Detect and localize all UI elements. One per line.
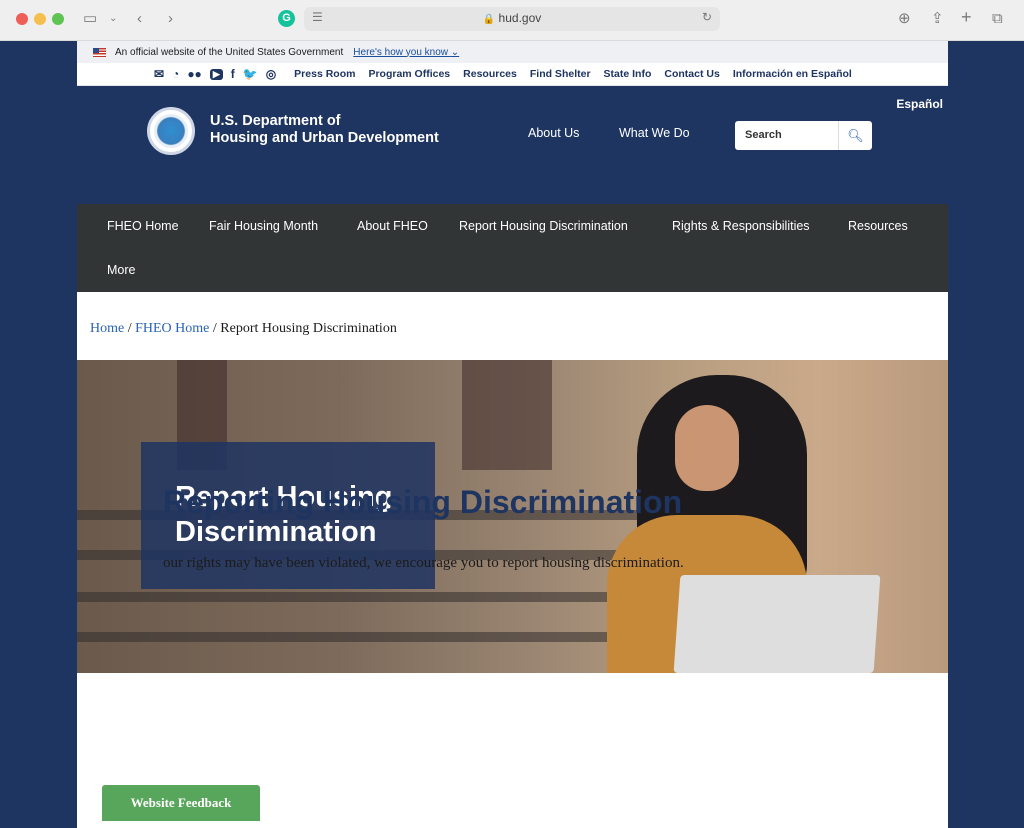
search-input[interactable]: Search xyxy=(745,129,782,141)
find-shelter-link[interactable]: Find Shelter xyxy=(530,68,591,80)
stair-step xyxy=(77,592,637,602)
sidebar-icon[interactable]: ▭ xyxy=(83,9,97,29)
nav-about-us[interactable]: About Us xyxy=(528,126,579,140)
gov-banner: An official website of the United States… xyxy=(77,41,948,63)
minimize-window-button[interactable] xyxy=(34,13,46,25)
utility-links: Press Room Program Offices Resources Fin… xyxy=(294,68,852,80)
search-icon: 🔍︎ xyxy=(847,128,864,143)
hud-seal-emblem xyxy=(154,114,188,148)
web-page: An official website of the United States… xyxy=(77,41,948,828)
site-header: U.S. Department of Housing and Urban Dev… xyxy=(77,86,948,204)
chevron-down-icon[interactable]: ⌄ xyxy=(109,9,117,29)
stair-step xyxy=(77,632,637,642)
breadcrumb-separator: / xyxy=(127,321,132,336)
brand-line-2: Housing and Urban Development xyxy=(210,130,439,146)
nav-what-we-do[interactable]: What We Do xyxy=(619,126,690,140)
forward-icon[interactable]: › xyxy=(168,9,173,29)
state-info-link[interactable]: State Info xyxy=(604,68,652,80)
fheo-subnav: FHEO Home Fair Housing Month About FHEO … xyxy=(77,204,948,292)
page-heading: Reporting Housing Discrimination xyxy=(163,484,683,520)
flickr-icon[interactable]: ●● xyxy=(187,67,202,81)
subnav-about-fheo[interactable]: About FHEO xyxy=(357,219,428,233)
email-icon[interactable]: ✉ xyxy=(154,67,164,81)
close-window-button[interactable] xyxy=(16,13,28,25)
grammarly-icon[interactable]: G xyxy=(278,10,295,27)
photo-laptop xyxy=(673,575,881,673)
facebook-icon[interactable]: f xyxy=(231,67,235,81)
subnav-resources[interactable]: Resources xyxy=(848,219,908,233)
tabs-overview-icon[interactable]: ⧉ xyxy=(992,9,1003,29)
program-offices-link[interactable]: Program Offices xyxy=(368,68,450,80)
building-window xyxy=(462,360,552,470)
hud-seal-logo[interactable] xyxy=(147,107,195,155)
breadcrumb-fheo-home[interactable]: FHEO Home xyxy=(135,321,209,336)
url-text: hud.gov xyxy=(498,11,542,25)
share-icon[interactable]: ⇪ xyxy=(931,9,944,29)
breadcrumb-separator: / xyxy=(212,321,217,336)
subnav-fheo-home[interactable]: FHEO Home xyxy=(107,219,179,233)
heres-how-you-know-label: Here's how you know xyxy=(353,46,449,58)
breadcrumb-current: Report Housing Discrimination xyxy=(220,321,397,336)
new-tab-icon[interactable]: + xyxy=(961,7,972,27)
contact-us-link[interactable]: Contact Us xyxy=(664,68,719,80)
subnav-report-discrimination[interactable]: Report Housing Discrimination xyxy=(459,219,628,233)
brand-line-1: U.S. Department of xyxy=(210,113,341,129)
espanol-link[interactable]: Español xyxy=(896,97,943,111)
instagram-icon[interactable]: ◎ xyxy=(266,67,276,81)
heres-how-you-know-link[interactable]: Here's how you know ⌄ xyxy=(353,47,459,58)
zoom-window-button[interactable] xyxy=(52,13,64,25)
intro-paragraph: our rights may have been violated, we en… xyxy=(163,555,684,571)
rss-icon[interactable]: ◔ xyxy=(172,67,179,81)
back-icon[interactable]: ‹ xyxy=(137,9,142,29)
subnav-more[interactable]: More xyxy=(107,263,135,277)
utility-bar: ✉ ◔ ●● ▶ f 🐦 ◎ Press Room Program Office… xyxy=(77,63,948,86)
search-box: Search 🔍︎ xyxy=(735,121,872,150)
search-button[interactable]: 🔍︎ xyxy=(838,121,872,150)
gov-banner-text: An official website of the United States… xyxy=(115,46,344,58)
youtube-icon[interactable]: ▶ xyxy=(209,68,223,80)
resources-link[interactable]: Resources xyxy=(463,68,517,80)
breadcrumb: Home / FHEO Home / Report Housing Discri… xyxy=(90,321,397,337)
photo-face xyxy=(675,405,739,491)
site-brand[interactable]: U.S. Department of Housing and Urban Dev… xyxy=(210,113,439,147)
twitter-icon[interactable]: 🐦 xyxy=(243,67,258,81)
lock-icon: 🔒 xyxy=(482,14,496,25)
breadcrumb-home[interactable]: Home xyxy=(90,321,124,336)
subnav-fair-housing-month[interactable]: Fair Housing Month xyxy=(209,219,318,233)
subnav-rights-responsibilities[interactable]: Rights & Responsibilities xyxy=(672,219,810,233)
address-bar[interactable]: ☰ 🔒 hud.gov ↻ xyxy=(304,7,720,31)
social-links: ✉ ◔ ●● ▶ f 🐦 ◎ xyxy=(154,67,276,81)
chevron-down-icon: ⌄ xyxy=(450,46,460,58)
us-flag-icon xyxy=(93,47,106,57)
browser-toolbar: ▭ ⌄ ‹ › G ☰ 🔒 hud.gov ↻ ⊕ ⇪ + ⧉ xyxy=(0,0,1024,41)
espanol-info-link[interactable]: Información en Español xyxy=(733,68,852,80)
download-icon[interactable]: ⊕ xyxy=(898,9,911,29)
press-room-link[interactable]: Press Room xyxy=(294,68,355,80)
website-feedback-button[interactable]: Website Feedback xyxy=(102,785,260,821)
reload-icon[interactable]: ↻ xyxy=(702,10,712,24)
